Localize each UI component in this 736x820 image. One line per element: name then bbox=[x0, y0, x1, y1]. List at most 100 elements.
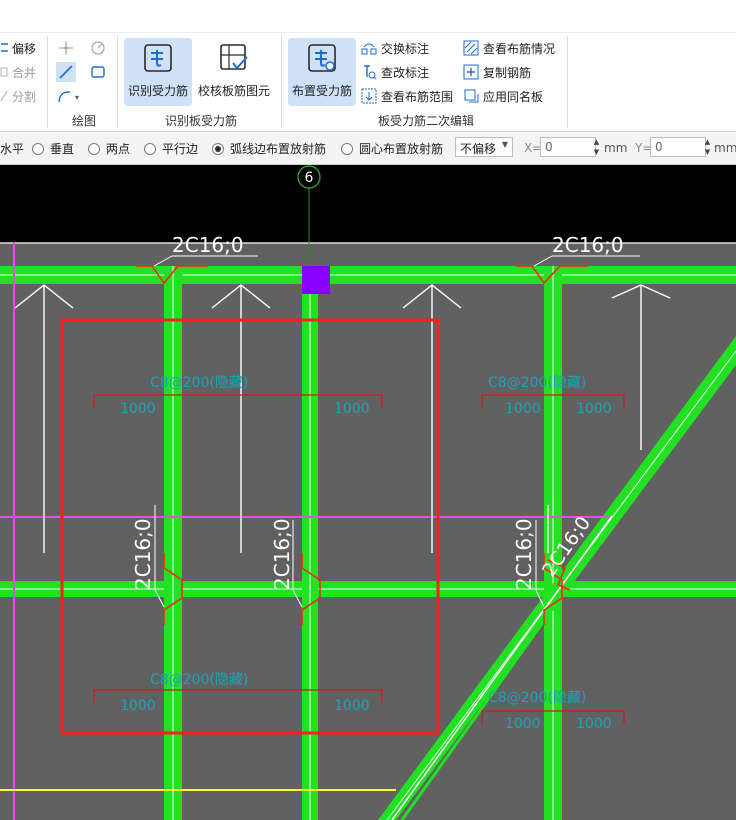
split-button[interactable]: 分割 bbox=[0, 85, 36, 107]
x-spinner-icon[interactable]: ▲ ▼ bbox=[592, 137, 601, 157]
support-arrows bbox=[14, 284, 671, 553]
recognize-rebar-icon bbox=[142, 42, 174, 74]
verify-slab-rebar-label: 校核板筋图元 bbox=[197, 84, 270, 98]
radio-arc-edge-radial[interactable]: 弧线边布置放射筋 bbox=[212, 140, 326, 157]
place-rebar-label: 布置受力筋 bbox=[291, 84, 352, 98]
merge-button[interactable]: 合并 bbox=[0, 61, 36, 83]
verify-slab-rebar-icon bbox=[218, 42, 250, 74]
y-unit: mm bbox=[714, 141, 736, 155]
swap-annotation-label: 交换标注 bbox=[381, 41, 430, 56]
radio-two-points-label: 两点 bbox=[106, 142, 131, 156]
rebar-label-side-3: 2C16;0 bbox=[512, 518, 536, 590]
radio-parallel-edge-label: 平行边 bbox=[162, 142, 199, 156]
merge-icon bbox=[0, 64, 8, 80]
dimension-value: 1000 bbox=[505, 401, 541, 417]
recognize-rebar-button[interactable]: 识别受力筋 bbox=[124, 38, 192, 106]
place-rebar-button[interactable]: 布置受力筋 bbox=[288, 38, 356, 106]
dimension-value: 1000 bbox=[576, 716, 612, 732]
split-icon bbox=[0, 88, 8, 104]
radio-two-points[interactable]: 两点 bbox=[88, 140, 130, 157]
edit-group-label: 板受力筋二次编辑 bbox=[378, 114, 475, 128]
recognize-rebar-label: 识别受力筋 bbox=[127, 84, 188, 98]
verify-slab-rebar-button[interactable]: 校核板筋图元 bbox=[196, 38, 272, 106]
rectangle-icon[interactable] bbox=[88, 62, 108, 82]
grid-axis-label: 6 bbox=[305, 170, 314, 186]
radio-parallel-edge-circle[interactable] bbox=[144, 142, 156, 155]
beams bbox=[0, 266, 736, 820]
slab-label-2: C8@200(隐藏) bbox=[488, 375, 586, 391]
dimension-value: 1000 bbox=[334, 401, 370, 417]
separator bbox=[281, 36, 282, 128]
copy-rebar-label: 复制钢筋 bbox=[483, 65, 532, 80]
offset-select-value: 不偏移 bbox=[460, 142, 497, 156]
view-rebar-range-button[interactable]: 查看布筋范围 bbox=[361, 85, 453, 107]
radio-parallel-edge[interactable]: 平行边 bbox=[144, 140, 198, 157]
view-rebar-range-icon bbox=[361, 88, 377, 104]
x-input[interactable]: 0 bbox=[540, 137, 596, 157]
swap-annotation-button[interactable]: 交换标注 bbox=[361, 37, 429, 59]
copy-rebar-icon bbox=[463, 64, 479, 80]
rebar-label-side-1: 2C16;0 bbox=[131, 518, 155, 590]
selected-slab-outline[interactable] bbox=[60, 318, 440, 735]
ribbon-toolbar: 偏移 合并 分割 ▾ 绘图 识别受力筋 校核板筋图元 识别板受力筋 布置受力筋 … bbox=[0, 0, 736, 132]
separator bbox=[567, 36, 568, 128]
arc-icon[interactable]: ▾ bbox=[56, 86, 84, 106]
offset-button[interactable]: 偏移 bbox=[0, 37, 36, 59]
copy-rebar-button[interactable]: 复制钢筋 bbox=[463, 61, 531, 83]
radio-center-radial[interactable]: 圆心布置放射筋 bbox=[341, 140, 443, 157]
separator bbox=[47, 36, 48, 128]
dimension-value: 1000 bbox=[334, 698, 370, 714]
separator bbox=[117, 36, 118, 128]
slab-label-3: C8@200(隐藏) bbox=[150, 672, 248, 688]
cad-drawing[interactable]: 6 2C16;0 2C16;0 2C16;0 2C16;0 2C16;0 2C1… bbox=[0, 165, 736, 820]
radio-arc-edge-radial-label: 弧线边布置放射筋 bbox=[230, 142, 327, 156]
svg-text:▾: ▾ bbox=[75, 93, 79, 102]
radio-center-radial-circle[interactable] bbox=[341, 142, 353, 155]
line-icon[interactable] bbox=[56, 62, 76, 82]
rotate-point-icon[interactable] bbox=[88, 38, 108, 58]
view-rebar-status-icon bbox=[463, 40, 479, 56]
rebar-label-top-2: 2C16;0 bbox=[552, 233, 624, 257]
slab-label-4: C8@200(隐藏) bbox=[488, 690, 586, 706]
apply-same-slab-icon bbox=[463, 88, 479, 104]
radio-vertical-circle[interactable] bbox=[32, 142, 44, 155]
radio-center-radial-label: 圆心布置放射筋 bbox=[359, 142, 444, 156]
view-rebar-range-label: 查看布筋范围 bbox=[381, 89, 454, 104]
dimension-value: 1000 bbox=[505, 716, 541, 732]
view-rebar-status-label: 查看布筋情况 bbox=[483, 41, 556, 56]
radio-arc-edge-radial-circle[interactable] bbox=[212, 142, 224, 155]
radio-horizontal-label: 水平 bbox=[0, 142, 25, 156]
radio-horizontal[interactable]: 水平 bbox=[0, 140, 24, 157]
offset-label: 偏移 bbox=[12, 41, 37, 56]
edit-annotation-button[interactable]: 查改标注 bbox=[361, 61, 429, 83]
offset-icon bbox=[0, 40, 8, 56]
edit-annotation-label: 查改标注 bbox=[381, 65, 430, 80]
column[interactable] bbox=[302, 266, 330, 294]
recognize-group-label: 识别板受力筋 bbox=[165, 114, 238, 128]
rebar-label-top-1: 2C16;0 bbox=[172, 233, 244, 257]
ribbon-tab-strip bbox=[0, 0, 736, 33]
x-unit: mm bbox=[604, 141, 628, 155]
offset-select[interactable]: 不偏移 ▼ bbox=[455, 137, 513, 157]
radio-vertical[interactable]: 垂直 bbox=[32, 140, 74, 157]
dimension-value: 1000 bbox=[576, 401, 612, 417]
apply-same-slab-label: 应用同名板 bbox=[483, 89, 544, 104]
radio-vertical-label: 垂直 bbox=[50, 142, 75, 156]
edit-annotation-icon bbox=[361, 64, 377, 80]
split-label: 分割 bbox=[12, 89, 37, 104]
slab-label-1: C8@200(隐藏) bbox=[150, 375, 248, 391]
swap-annotation-icon bbox=[361, 40, 377, 56]
rebar-label-side-2: 2C16;0 bbox=[270, 518, 294, 590]
y-input[interactable]: 0 bbox=[650, 137, 706, 157]
radio-two-points-circle[interactable] bbox=[88, 142, 100, 155]
chevron-down-icon: ▼ bbox=[501, 140, 508, 149]
view-rebar-status-button[interactable]: 查看布筋情况 bbox=[463, 37, 555, 59]
side-rebar-labels: 2C16;0 2C16;0 2C16;0 2C16;0 bbox=[131, 505, 595, 625]
apply-same-slab-button[interactable]: 应用同名板 bbox=[463, 85, 543, 107]
merge-label: 合并 bbox=[12, 65, 37, 80]
point-icon[interactable] bbox=[56, 38, 76, 58]
draw-group-label: 绘图 bbox=[72, 114, 97, 128]
drawing-canvas[interactable]: 6 2C16;0 2C16;0 2C16;0 2C16;0 2C16;0 2C1… bbox=[0, 165, 736, 820]
dimension-value: 1000 bbox=[120, 401, 156, 417]
y-spinner-icon[interactable]: ▲ ▼ bbox=[703, 137, 712, 157]
